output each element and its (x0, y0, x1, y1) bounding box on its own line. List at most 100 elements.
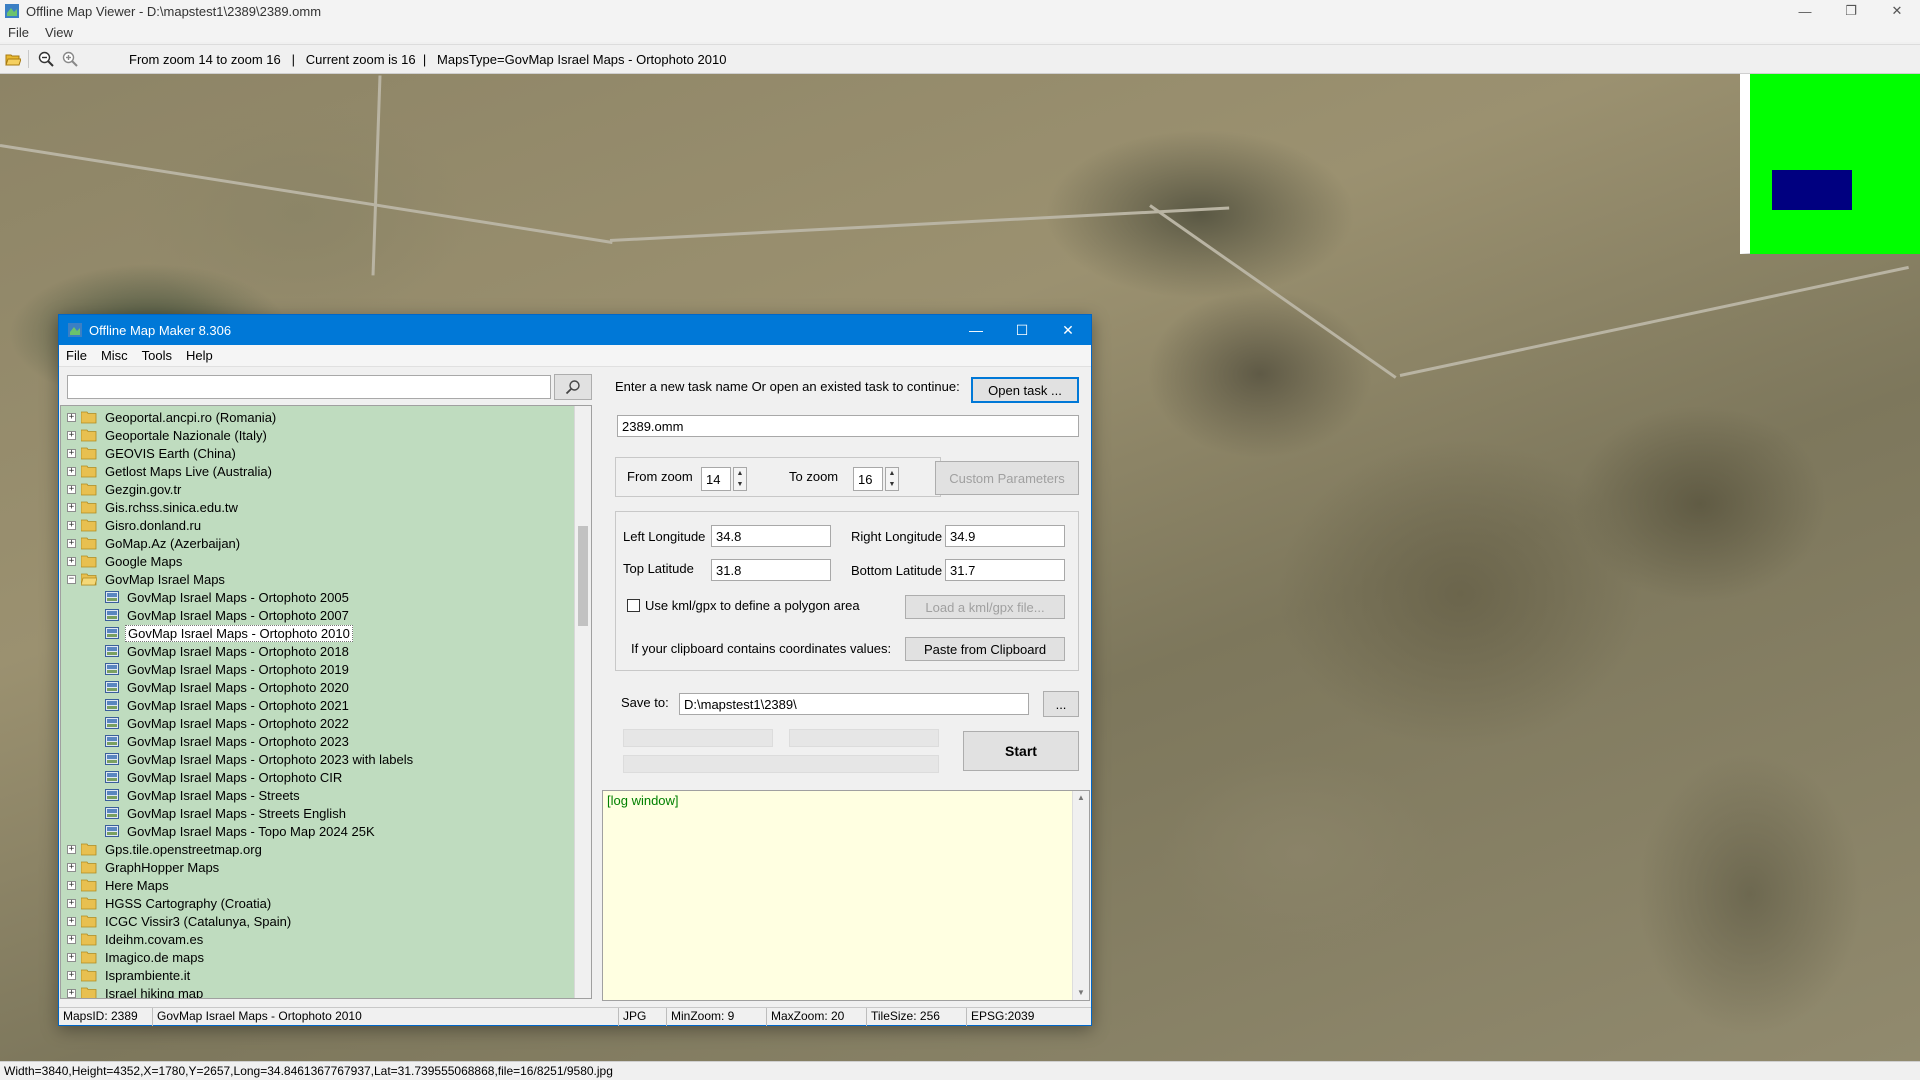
menu-misc[interactable]: Misc (94, 348, 135, 363)
from-zoom-input[interactable] (701, 467, 731, 491)
tree-folder-item[interactable]: + Gezgin.gov.tr (67, 480, 183, 498)
tree-expander-icon[interactable]: + (67, 862, 76, 872)
tree-expander-icon[interactable]: + (67, 898, 76, 908)
tree-expander-icon[interactable]: + (67, 934, 76, 944)
minimap-viewport[interactable] (1772, 170, 1852, 210)
tree-expander-icon[interactable]: − (67, 574, 76, 584)
tree-folder-item[interactable]: + Ideihm.covam.es (67, 930, 205, 948)
tree-folder-item[interactable]: + Here Maps (67, 876, 171, 894)
task-name-input[interactable] (617, 415, 1079, 437)
overview-minimap[interactable] (1740, 74, 1920, 254)
zoom-out-button[interactable] (35, 48, 57, 70)
tree-folder-item[interactable]: + Israel hiking map (67, 984, 205, 998)
tree-expander-icon[interactable]: + (67, 520, 76, 530)
tree-folder-item[interactable]: + Gis.rchss.sinica.edu.tw (67, 498, 240, 516)
tree-expander-icon[interactable]: + (67, 988, 76, 998)
tree-map-item[interactable]: GovMap Israel Maps - Ortophoto 2019 (105, 660, 351, 678)
tree-map-item[interactable]: GovMap Israel Maps - Ortophoto 2010 (105, 624, 353, 642)
load-kml-button[interactable]: Load a kml/gpx file... (905, 595, 1065, 619)
left-longitude-input[interactable] (711, 525, 831, 547)
tree-expander-icon[interactable]: + (67, 430, 76, 440)
tree-folder-item[interactable]: + Google Maps (67, 552, 184, 570)
open-task-button[interactable]: Open task ... (971, 377, 1079, 403)
tree-folder-item[interactable]: + Geoportal.ancpi.ro (Romania) (67, 408, 278, 426)
bottom-latitude-input[interactable] (945, 559, 1065, 581)
tree-folder-item[interactable]: + Gps.tile.openstreetmap.org (67, 840, 264, 858)
tree-expander-icon[interactable]: + (67, 484, 76, 494)
status-epsg: EPSG:2039 (971, 1009, 1035, 1023)
browse-button[interactable]: ... (1043, 691, 1079, 717)
open-folder-button[interactable] (2, 48, 24, 70)
tree-map-item[interactable]: GovMap Israel Maps - Ortophoto 2005 (105, 588, 351, 606)
tree-expander-icon[interactable]: + (67, 538, 76, 548)
tree-map-item[interactable]: GovMap Israel Maps - Ortophoto 2021 (105, 696, 351, 714)
minimize-button[interactable]: — (1782, 0, 1828, 22)
save-to-input[interactable] (679, 693, 1029, 715)
tree-folder-item[interactable]: + Isprambiente.it (67, 966, 192, 984)
menu-file[interactable]: File (59, 348, 94, 363)
restore-button[interactable]: ❐ (1828, 0, 1874, 22)
tree-folder-item[interactable]: + Geoportale Nazionale (Italy) (67, 426, 269, 444)
dialog-close-button[interactable]: ✕ (1045, 315, 1091, 345)
custom-parameters-button[interactable]: Custom Parameters (935, 461, 1079, 495)
tree-map-item[interactable]: GovMap Israel Maps - Ortophoto 2023 with… (105, 750, 415, 768)
dialog-minimize-button[interactable]: — (953, 315, 999, 345)
tree-folder-item[interactable]: + GoMap.Az (Azerbaijan) (67, 534, 242, 552)
tree-expander-icon[interactable]: + (67, 502, 76, 512)
tree-map-item[interactable]: GovMap Israel Maps - Streets (105, 786, 302, 804)
folder-icon (81, 897, 97, 909)
tree-expander-icon[interactable]: + (67, 844, 76, 854)
viewer-menu-file[interactable]: File (0, 25, 37, 40)
tree-expander-icon[interactable]: + (67, 448, 76, 458)
dialog-maximize-button[interactable]: ☐ (999, 315, 1045, 345)
viewer-menu-view[interactable]: View (37, 25, 81, 40)
menu-help[interactable]: Help (179, 348, 220, 363)
tree-expander-icon[interactable]: + (67, 952, 76, 962)
map-search-input[interactable] (67, 375, 551, 399)
top-latitude-input[interactable] (711, 559, 831, 581)
tree-folder-item[interactable]: − GovMap Israel Maps (67, 570, 227, 588)
tree-folder-item[interactable]: + HGSS Cartography (Croatia) (67, 894, 273, 912)
to-zoom-input[interactable] (853, 467, 883, 491)
tree-map-item[interactable]: GovMap Israel Maps - Ortophoto 2020 (105, 678, 351, 696)
from-zoom-spinner[interactable]: ▲ ▼ (733, 467, 747, 491)
map-source-tree[interactable]: + Geoportal.ancpi.ro (Romania) + Geoportale… (60, 405, 592, 999)
search-button[interactable] (554, 374, 592, 400)
use-kml-checkbox[interactable] (627, 599, 640, 612)
tree-folder-item[interactable]: + Getlost Maps Live (Australia) (67, 462, 274, 480)
tree-folder-item[interactable]: + Gisro.donland.ru (67, 516, 203, 534)
tree-map-item[interactable]: GovMap Israel Maps - Topo Map 2024 25K (105, 822, 377, 840)
to-zoom-spinner[interactable]: ▲ ▼ (885, 467, 899, 491)
log-window[interactable]: [log window] ▲ ▼ (602, 790, 1090, 1001)
right-longitude-input[interactable] (945, 525, 1065, 547)
tree-folder-item[interactable]: + GraphHopper Maps (67, 858, 221, 876)
tree-scrollbar[interactable] (574, 406, 591, 998)
tree-map-item[interactable]: GovMap Israel Maps - Streets English (105, 804, 348, 822)
tree-folder-item[interactable]: + GEOVIS Earth (China) (67, 444, 238, 462)
tree-folder-item[interactable]: + ICGC Vissir3 (Catalunya, Spain) (67, 912, 293, 930)
tree-map-item[interactable]: GovMap Israel Maps - Ortophoto 2018 (105, 642, 351, 660)
status-min-zoom: MinZoom: 9 (667, 1008, 767, 1026)
tree-expander-icon[interactable]: + (67, 412, 76, 422)
log-scrollbar[interactable]: ▲ ▼ (1072, 791, 1089, 1000)
tree-expander-icon[interactable]: + (67, 466, 76, 476)
tree-item-label: GovMap Israel Maps - Ortophoto 2022 (127, 715, 349, 731)
tree-expander-icon[interactable]: + (67, 556, 76, 566)
close-button[interactable]: ✕ (1874, 0, 1920, 22)
zoom-in-button[interactable] (59, 48, 81, 70)
tree-folder-item[interactable]: + Imagico.de maps (67, 948, 206, 966)
tree-map-item[interactable]: GovMap Israel Maps - Ortophoto CIR (105, 768, 344, 786)
tree-expander-icon[interactable]: + (67, 970, 76, 980)
map-layer-icon (105, 717, 119, 729)
menu-tools[interactable]: Tools (135, 348, 179, 363)
start-button[interactable]: Start (963, 731, 1079, 771)
tree-expander-icon[interactable]: + (67, 916, 76, 926)
paste-clipboard-button[interactable]: Paste from Clipboard (905, 637, 1065, 661)
tree-map-item[interactable]: GovMap Israel Maps - Ortophoto 2007 (105, 606, 351, 624)
tree-map-item[interactable]: GovMap Israel Maps - Ortophoto 2022 (105, 714, 351, 732)
tree-expander-icon[interactable]: + (67, 880, 76, 890)
tree-item-label: Geoportal.ancpi.ro (Romania) (105, 409, 277, 425)
tree-item-label: GovMap Israel Maps - Streets English (127, 805, 346, 821)
status-max-zoom: MaxZoom: 20 (767, 1008, 867, 1026)
tree-map-item[interactable]: GovMap Israel Maps - Ortophoto 2023 (105, 732, 351, 750)
